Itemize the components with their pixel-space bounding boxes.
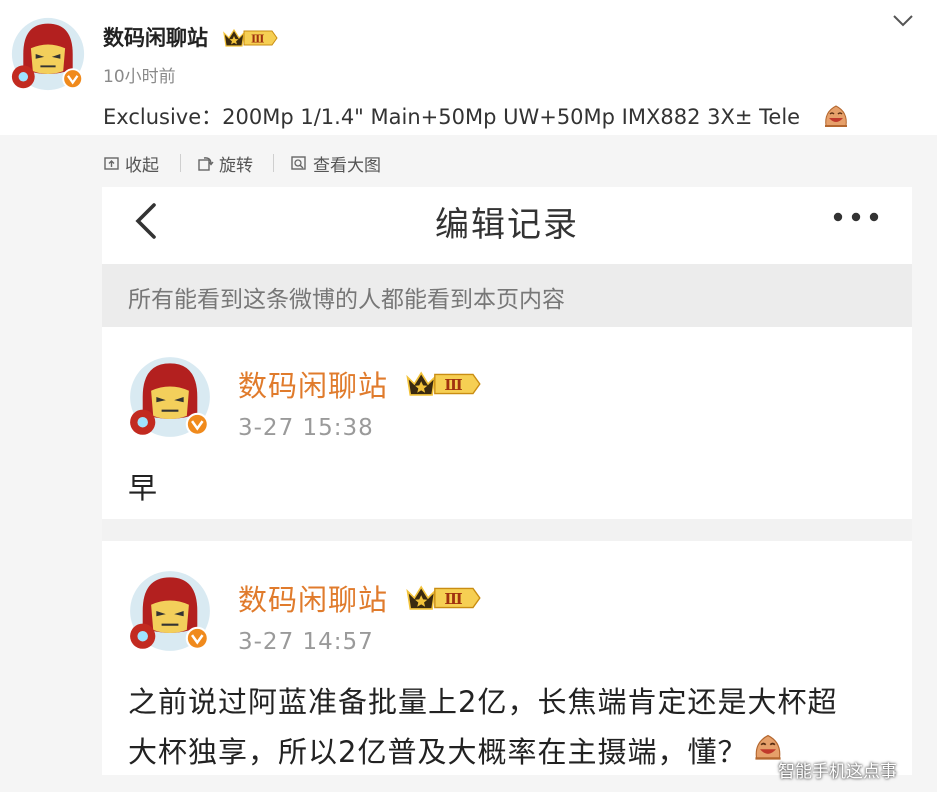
rotate-button[interactable]: 旋转 — [197, 148, 253, 178]
edit-history-screenshot[interactable]: 编辑记录 所有能看到这条微博的人都能看到本页内容 数码闲聊站 Ⅲ 3-27 15… — [102, 187, 912, 775]
entry-author: 数码闲聊站 — [238, 583, 389, 617]
visibility-notice: 所有能看到这条微博的人都能看到本页内容 — [102, 264, 912, 327]
entry-text-line: 之前说过阿蓝准备批量上2亿，长焦端肯定还是大杯超 — [128, 685, 838, 719]
entry-time: 3-27 15:38 — [238, 415, 374, 441]
entry-text-line: 大杯独享，所以2亿普及大概率在主摄端，懂？ — [128, 735, 748, 769]
entry-avatar — [130, 571, 210, 651]
author-name[interactable]: 数码闲聊站 — [103, 22, 208, 52]
vip-badge-icon[interactable]: Ⅲ — [222, 27, 278, 49]
view-large-label: 查看大图 — [313, 155, 381, 176]
visibility-notice-text: 所有能看到这条微博的人都能看到本页内容 — [128, 287, 565, 313]
entry-text: 早 — [128, 471, 159, 505]
collapse-button[interactable]: 收起 — [103, 148, 159, 178]
svg-text:Ⅲ: Ⅲ — [251, 33, 264, 46]
post-time: 10小时前 — [103, 67, 176, 87]
svg-text:Ⅲ: Ⅲ — [444, 376, 462, 394]
vip-badge-icon: Ⅲ — [406, 585, 481, 610]
laugh-emoji-icon — [825, 105, 847, 127]
post-text: Exclusive：200Mp 1/1.4" Main+50Mp UW+50Mp… — [103, 105, 801, 129]
author-avatar[interactable] — [10, 16, 86, 92]
magnify-image-icon — [291, 155, 306, 170]
vip-badge-icon: Ⅲ — [406, 371, 481, 396]
edit-history-topbar: 编辑记录 — [102, 187, 912, 264]
image-toolbar: 收起 旋转 查看大图 — [0, 148, 937, 178]
post-header: 数码闲聊站 Ⅲ 10小时前 Exclusive：200Mp 1/1.4" Mai… — [0, 0, 937, 135]
entry-author: 数码闲聊站 — [238, 369, 389, 403]
collapse-icon — [104, 156, 119, 170]
toolbar-divider — [180, 154, 181, 172]
edit-entry: 数码闲聊站 Ⅲ 3-27 15:38 早 — [102, 327, 912, 519]
edit-entry: 数码闲聊站 Ⅲ 3-27 14:57 之前说过阿蓝准备批量上2亿，长焦端肯定还是… — [102, 541, 912, 775]
watermark: 智能手机这点事 — [778, 762, 897, 782]
chevron-down-icon[interactable] — [890, 10, 916, 30]
entry-avatar — [130, 357, 210, 437]
rotate-icon — [198, 156, 214, 171]
edit-history-title: 编辑记录 — [435, 205, 579, 245]
view-large-button[interactable]: 查看大图 — [290, 148, 381, 178]
toolbar-divider — [273, 154, 274, 172]
rotate-label: 旋转 — [219, 155, 253, 176]
svg-text:Ⅲ: Ⅲ — [444, 590, 462, 608]
more-options-icon — [833, 212, 879, 222]
collapse-label: 收起 — [125, 155, 159, 176]
entry-time: 3-27 14:57 — [238, 629, 374, 655]
